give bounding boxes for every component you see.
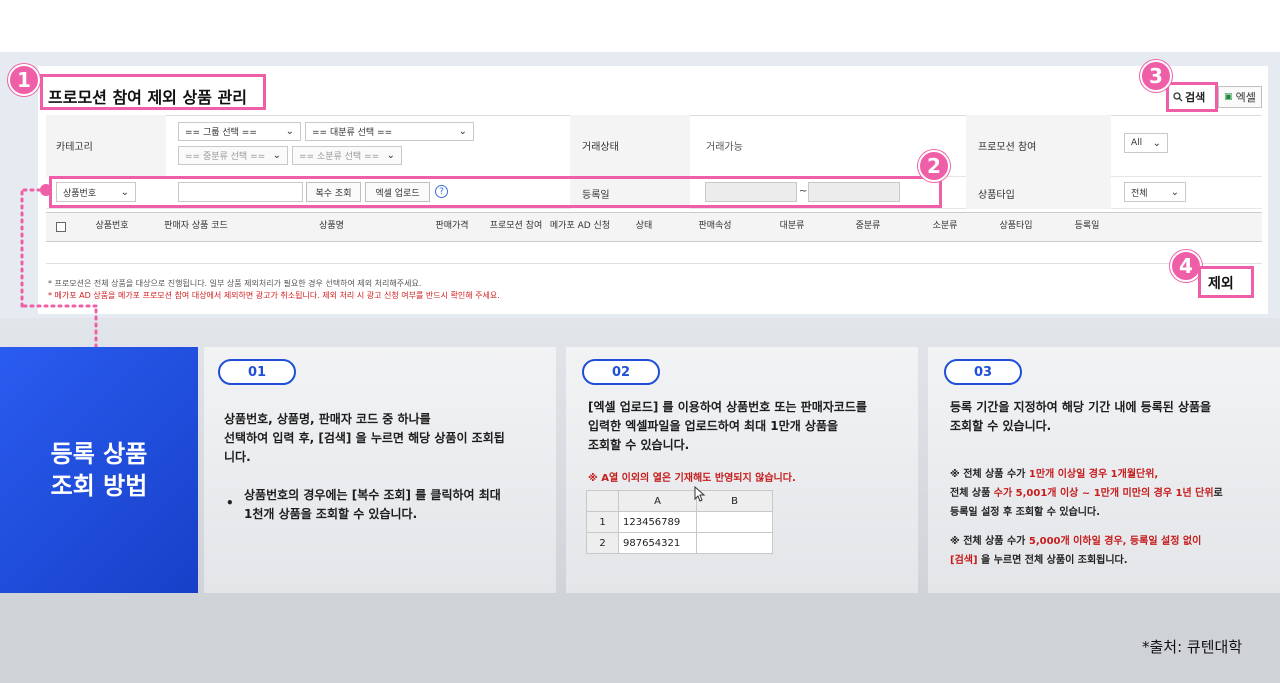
th-megapo-ad[interactable]: 메가포 AD 신청	[549, 214, 611, 240]
top-band	[0, 0, 1280, 52]
grid-col-b: B	[696, 490, 773, 512]
guide-title-box: 등록 상품 조회 방법	[0, 347, 198, 593]
chevron-down-icon: ⌄	[272, 150, 281, 161]
guide-title-line2: 조회 방법	[50, 472, 148, 500]
chevron-down-icon: ⌄	[285, 126, 294, 137]
minor-select[interactable]: == 소분류 선택 == ⌄	[292, 146, 402, 165]
card1-bullet: 상품번호의 경우에는 [복수 조회] 를 클릭하여 최대 1천개 상품을 조회할…	[244, 486, 554, 524]
excel-icon: ▣	[1224, 92, 1233, 102]
th-sales-attr[interactable]: 판매속성	[677, 214, 753, 240]
promo-join-select[interactable]: All ⌄	[1124, 133, 1168, 153]
th-reg-date[interactable]: 등록일	[1049, 214, 1125, 240]
category-label: 카테고리	[56, 142, 93, 153]
source-credit: *출처: 큐텐대학	[1142, 638, 1243, 656]
card2-line1: [엑셀 업로드] 를 이용하여 상품번호 또는 판매자코드를	[588, 400, 867, 414]
group-select[interactable]: == 그룹 선택 == ⌄	[178, 122, 301, 141]
product-type-select[interactable]: 전체 ⌄	[1124, 182, 1186, 202]
card3-n5b: 을 누르면 전체 상품이 조회됩니다.	[977, 555, 1128, 566]
chevron-down-icon: ⌄	[386, 150, 395, 161]
card2-text: [엑셀 업로드] 를 이용하여 상품번호 또는 판매자코드를 입력한 엑셀파일을…	[588, 398, 914, 456]
th-product-name[interactable]: 상품명	[244, 214, 419, 240]
table-body	[46, 242, 1262, 264]
cursor-icon	[694, 486, 706, 502]
card1-line3: 니다.	[224, 450, 251, 465]
product-type-label: 상품타입	[978, 190, 1015, 201]
card3-n4a: ※ 전체 상품 수가	[950, 536, 1029, 547]
card3-n1a: ※ 전체 상품 수가	[950, 469, 1029, 480]
grid-row2-val: 987654321	[618, 532, 697, 554]
card3-n2a: 전체 상품	[950, 488, 994, 499]
th-minor[interactable]: 소분류	[907, 214, 983, 240]
promo-join-label: 프로모션 참여	[978, 142, 1037, 153]
group-select-value: == 그룹 선택 ==	[185, 128, 257, 138]
major-select-value: == 대분류 선택 ==	[312, 128, 393, 138]
card3-line2: 조회할 수 있습니다.	[950, 419, 1052, 434]
badge-2: 2	[918, 150, 950, 182]
th-status[interactable]: 상태	[613, 214, 675, 240]
minor-select-value: == 소분류 선택 ==	[299, 152, 380, 162]
search-icon	[1173, 92, 1183, 102]
grid-row1-val: 123456789	[618, 511, 697, 533]
card1-text: 상품번호, 상품명, 판매자 코드 중 하나를 선택하여 입력 후, [검색] …	[224, 410, 550, 468]
th-promo-join[interactable]: 프로모션 참여	[485, 214, 547, 240]
grid-row1-num: 1	[586, 511, 619, 533]
card3-line1: 등록 기간을 지정하여 해당 기간 내에 등록된 상품을	[950, 400, 1212, 414]
card2-line3: 조회할 수 있습니다.	[588, 438, 690, 453]
chevron-down-icon: ⌄	[1170, 186, 1179, 198]
trade-status-label: 거래상태	[582, 142, 619, 153]
card3-number: 03	[944, 359, 1022, 385]
card3-n2c: 로	[1213, 488, 1223, 499]
card3-n3: 등록일 설정 후 조회할 수 있습니다.	[950, 507, 1101, 518]
card1-line1: 상품번호, 상품명, 판매자 코드 중 하나를	[224, 412, 431, 426]
page-title: 프로모션 참여 제외 상품 관리	[48, 88, 247, 107]
excel-sample-grid: AB 1 123456789 2 987654321	[586, 490, 773, 554]
card3-n2b: 수가 5,001개 이상 ~ 1만개 미만의 경우 1년 단위	[993, 488, 1214, 499]
card3-n4b: 5,000개 이하일 경우, 등록일 설정 없이	[1028, 536, 1202, 547]
trade-status-value: 거래가능	[706, 142, 743, 153]
th-seller-code[interactable]: 판매자 상품 코드	[150, 214, 242, 240]
card1-line2: 선택하여 입력 후, [검색] 을 누르면 해당 상품이 조회됩	[224, 431, 505, 446]
card2-warning: ※ A열 이외의 열은 기재해도 반영되지 않습니다.	[588, 473, 796, 484]
major-select[interactable]: == 대분류 선택 == ⌄	[305, 122, 474, 141]
excel-button[interactable]: ▣ 엑셀	[1218, 86, 1262, 108]
excel-label: 엑셀	[1235, 91, 1256, 104]
card2-line2: 입력한 엑셀파일을 업로드하여 최대 1만개 상품을	[588, 419, 839, 434]
card3-notes: ※ 전체 상품 수가 1만개 이상일 경우 1개월단위, 전체 상품 수가 5,…	[950, 465, 1275, 570]
chevron-down-icon: ⌄	[458, 126, 467, 137]
badge-1: 1	[8, 64, 40, 96]
search-button[interactable]: 검색	[1173, 89, 1205, 105]
search-label: 검색	[1185, 91, 1206, 104]
th-price[interactable]: 판매가격	[421, 214, 483, 240]
grid-col-a: A	[618, 490, 697, 512]
th-mid[interactable]: 중분류	[831, 214, 905, 240]
card1-bullet-line1: 상품번호의 경우에는 [복수 조회] 를 클릭하여 최대	[244, 488, 501, 502]
mid-select-value: == 중분류 선택 ==	[185, 152, 266, 162]
card1-number: 01	[218, 359, 296, 385]
th-major[interactable]: 대분류	[755, 214, 829, 240]
bullet-dot: •	[226, 496, 234, 510]
guide-title-line1: 등록 상품	[50, 439, 148, 468]
search-row-highlight	[49, 176, 942, 208]
exclude-button[interactable]: 제외	[1208, 273, 1234, 293]
card3-n1b: 1만개 이상일 경우 1개월단위,	[1028, 469, 1159, 480]
chevron-down-icon: ⌄	[1152, 137, 1161, 149]
badge-3: 3	[1140, 60, 1172, 92]
product-type-value: 전체	[1131, 188, 1148, 199]
promo-join-value: All	[1131, 138, 1143, 148]
card1-bullet-line2: 1천개 상품을 조회할 수 있습니다.	[244, 507, 418, 522]
card2-number: 02	[582, 359, 660, 385]
card3-n5a: [검색]	[950, 555, 978, 566]
mid-select[interactable]: == 중분류 선택 == ⌄	[178, 146, 288, 165]
card3-text: 등록 기간을 지정하여 해당 기간 내에 등록된 상품을 조회할 수 있습니다.	[950, 398, 1270, 436]
grid-row2-num: 2	[586, 532, 619, 554]
th-product-type[interactable]: 상품타입	[985, 214, 1047, 240]
